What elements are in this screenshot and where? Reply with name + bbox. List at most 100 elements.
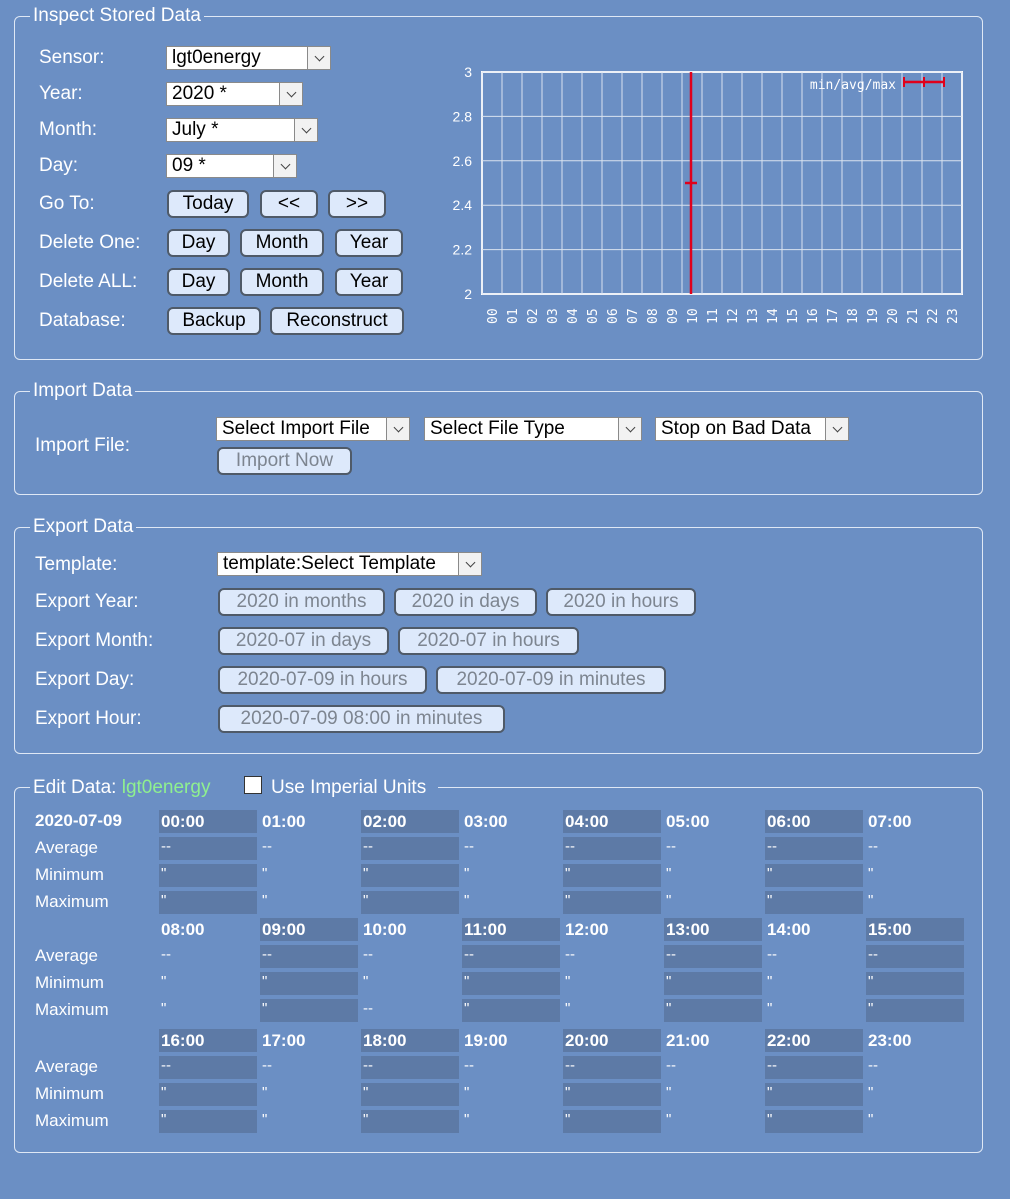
average-cell[interactable]: -- bbox=[866, 1056, 964, 1079]
backup-button[interactable]: Backup bbox=[167, 307, 261, 335]
maximum-cell[interactable]: " bbox=[866, 999, 964, 1022]
maximum-cell[interactable]: " bbox=[765, 999, 863, 1022]
maximum-cell[interactable]: " bbox=[866, 891, 964, 914]
file-type-select[interactable]: Select File Type bbox=[424, 417, 642, 441]
minimum-cell[interactable]: " bbox=[664, 972, 762, 995]
export-year-days-button[interactable]: 2020 in days bbox=[394, 588, 537, 616]
maximum-cell[interactable]: " bbox=[563, 891, 661, 914]
month-select[interactable]: July * bbox=[166, 118, 318, 142]
export-hour-minutes-button[interactable]: 2020-07-09 08:00 in minutes bbox=[218, 705, 505, 733]
export-year-hours-button[interactable]: 2020 in hours bbox=[546, 588, 696, 616]
average-cell[interactable]: -- bbox=[664, 1056, 762, 1079]
imperial-units-checkbox[interactable] bbox=[244, 776, 262, 794]
minimum-cell[interactable]: " bbox=[361, 1083, 459, 1106]
minimum-cell[interactable]: " bbox=[765, 1083, 863, 1106]
delete-all-day-button[interactable]: Day bbox=[167, 268, 230, 296]
maximum-cell[interactable]: " bbox=[159, 1110, 257, 1133]
import-file-select[interactable]: Select Import File bbox=[216, 417, 410, 441]
year-select[interactable]: 2020 * bbox=[166, 82, 303, 106]
minimum-cell[interactable]: " bbox=[765, 972, 863, 995]
maximum-cell[interactable]: " bbox=[462, 999, 560, 1022]
minimum-cell[interactable]: " bbox=[361, 972, 459, 995]
export-month-days-button[interactable]: 2020-07 in days bbox=[218, 627, 389, 655]
average-cell[interactable]: -- bbox=[462, 945, 560, 968]
day-select[interactable]: 09 * bbox=[166, 154, 297, 178]
maximum-cell[interactable]: " bbox=[664, 1110, 762, 1133]
today-button[interactable]: Today bbox=[167, 190, 249, 218]
reconstruct-button[interactable]: Reconstruct bbox=[270, 307, 404, 335]
maximum-cell[interactable]: " bbox=[563, 1110, 661, 1133]
minimum-cell[interactable]: " bbox=[563, 972, 661, 995]
minimum-cell[interactable]: " bbox=[159, 1083, 257, 1106]
sensor-select[interactable]: lgt0energy bbox=[166, 46, 331, 70]
maximum-cell[interactable]: " bbox=[664, 999, 762, 1022]
maximum-cell[interactable]: " bbox=[361, 1110, 459, 1133]
delete-one-year-button[interactable]: Year bbox=[335, 229, 403, 257]
minimum-cell[interactable]: " bbox=[563, 1083, 661, 1106]
minimum-cell[interactable]: " bbox=[462, 864, 560, 887]
next-button[interactable]: >> bbox=[328, 190, 386, 218]
average-cell[interactable]: -- bbox=[159, 1056, 257, 1079]
maximum-cell[interactable]: " bbox=[159, 999, 257, 1022]
average-cell[interactable]: -- bbox=[664, 945, 762, 968]
maximum-cell[interactable]: " bbox=[765, 891, 863, 914]
delete-one-month-button[interactable]: Month bbox=[240, 229, 324, 257]
maximum-cell[interactable]: " bbox=[563, 999, 661, 1022]
minimum-cell[interactable]: " bbox=[260, 1083, 358, 1106]
delete-all-year-button[interactable]: Year bbox=[335, 268, 403, 296]
maximum-cell[interactable]: " bbox=[866, 1110, 964, 1133]
maximum-cell[interactable]: " bbox=[159, 891, 257, 914]
minimum-cell[interactable]: " bbox=[866, 1083, 964, 1106]
bad-data-select[interactable]: Stop on Bad Data bbox=[655, 417, 849, 441]
minimum-cell[interactable]: " bbox=[664, 864, 762, 887]
maximum-cell[interactable]: " bbox=[765, 1110, 863, 1133]
average-cell[interactable]: -- bbox=[260, 945, 358, 968]
average-cell[interactable]: -- bbox=[765, 1056, 863, 1079]
delete-one-day-button[interactable]: Day bbox=[167, 229, 230, 257]
average-cell[interactable]: -- bbox=[563, 1056, 661, 1079]
previous-button[interactable]: << bbox=[260, 190, 318, 218]
export-year-months-button[interactable]: 2020 in months bbox=[218, 588, 385, 616]
template-select[interactable]: template:Select Template bbox=[217, 552, 482, 576]
maximum-cell[interactable]: " bbox=[664, 891, 762, 914]
minimum-cell[interactable]: " bbox=[260, 864, 358, 887]
average-cell[interactable]: -- bbox=[260, 837, 358, 860]
minimum-cell[interactable]: " bbox=[462, 972, 560, 995]
minimum-cell[interactable]: " bbox=[159, 972, 257, 995]
minimum-cell[interactable]: " bbox=[563, 864, 661, 887]
maximum-cell[interactable]: " bbox=[462, 891, 560, 914]
maximum-cell[interactable]: " bbox=[462, 1110, 560, 1133]
average-cell[interactable]: -- bbox=[765, 837, 863, 860]
minimum-cell[interactable]: " bbox=[260, 972, 358, 995]
average-cell[interactable]: -- bbox=[866, 945, 964, 968]
average-cell[interactable]: -- bbox=[664, 837, 762, 860]
average-cell[interactable]: -- bbox=[462, 1056, 560, 1079]
export-month-hours-button[interactable]: 2020-07 in hours bbox=[398, 627, 579, 655]
average-cell[interactable]: -- bbox=[563, 837, 661, 860]
maximum-cell[interactable]: " bbox=[260, 891, 358, 914]
maximum-cell[interactable]: " bbox=[260, 1110, 358, 1133]
average-cell[interactable]: -- bbox=[361, 945, 459, 968]
average-cell[interactable]: -- bbox=[765, 945, 863, 968]
import-now-button[interactable]: Import Now bbox=[217, 447, 352, 475]
minimum-cell[interactable]: " bbox=[462, 1083, 560, 1106]
minimum-cell[interactable]: " bbox=[159, 864, 257, 887]
export-day-minutes-button[interactable]: 2020-07-09 in minutes bbox=[436, 666, 666, 694]
minimum-cell[interactable]: " bbox=[866, 864, 964, 887]
maximum-cell[interactable]: -- bbox=[361, 999, 459, 1022]
minimum-cell[interactable]: " bbox=[361, 864, 459, 887]
average-cell[interactable]: -- bbox=[159, 837, 257, 860]
average-cell[interactable]: -- bbox=[866, 837, 964, 860]
average-cell[interactable]: -- bbox=[361, 1056, 459, 1079]
average-cell[interactable]: -- bbox=[361, 837, 459, 860]
maximum-cell[interactable]: " bbox=[361, 891, 459, 914]
delete-all-month-button[interactable]: Month bbox=[240, 268, 324, 296]
minimum-cell[interactable]: " bbox=[664, 1083, 762, 1106]
maximum-cell[interactable]: " bbox=[260, 999, 358, 1022]
export-day-hours-button[interactable]: 2020-07-09 in hours bbox=[218, 666, 427, 694]
average-cell[interactable]: -- bbox=[159, 945, 257, 968]
average-cell[interactable]: -- bbox=[563, 945, 661, 968]
minimum-cell[interactable]: " bbox=[765, 864, 863, 887]
average-cell[interactable]: -- bbox=[260, 1056, 358, 1079]
average-cell[interactable]: -- bbox=[462, 837, 560, 860]
